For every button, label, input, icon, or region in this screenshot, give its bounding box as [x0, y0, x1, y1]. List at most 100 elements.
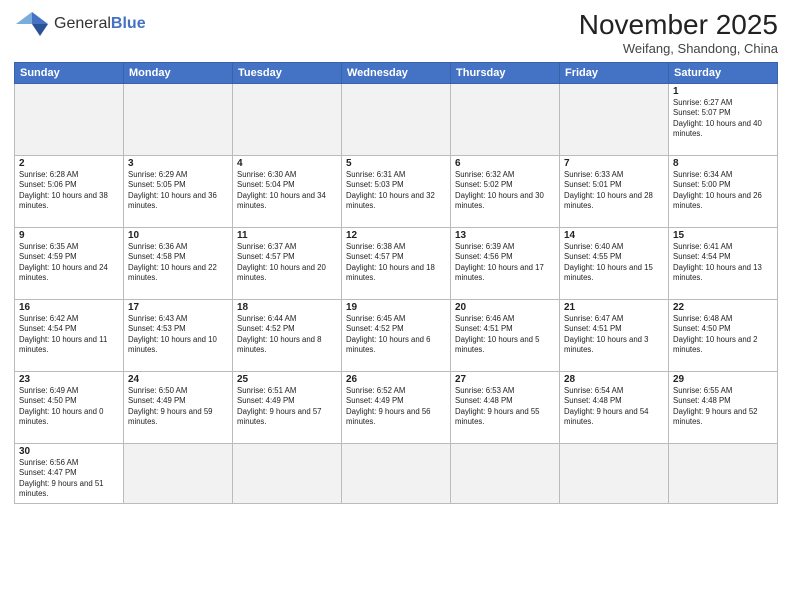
cell-w4-d2: 25Sunrise: 6:51 AMSunset: 4:49 PMDayligh…	[233, 371, 342, 443]
cell-w4-d4: 27Sunrise: 6:53 AMSunset: 4:48 PMDayligh…	[451, 371, 560, 443]
col-thursday: Thursday	[451, 62, 560, 83]
day-num-2: 2	[19, 158, 119, 169]
day-info-17: Sunrise: 6:43 AMSunset: 4:53 PMDaylight:…	[128, 314, 228, 356]
day-info-15: Sunrise: 6:41 AMSunset: 4:54 PMDaylight:…	[673, 242, 773, 284]
cell-w1-d2: 4Sunrise: 6:30 AMSunset: 5:04 PMDaylight…	[233, 155, 342, 227]
day-info-22: Sunrise: 6:48 AMSunset: 4:50 PMDaylight:…	[673, 314, 773, 356]
day-num-7: 7	[564, 158, 664, 169]
day-num-23: 23	[19, 374, 119, 385]
cell-w1-d4: 6Sunrise: 6:32 AMSunset: 5:02 PMDaylight…	[451, 155, 560, 227]
day-info-25: Sunrise: 6:51 AMSunset: 4:49 PMDaylight:…	[237, 386, 337, 428]
title-block: November 2025 Weifang, Shandong, China	[579, 10, 778, 56]
location: Weifang, Shandong, China	[579, 41, 778, 56]
cell-w5-d4	[451, 443, 560, 503]
day-num-25: 25	[237, 374, 337, 385]
day-info-5: Sunrise: 6:31 AMSunset: 5:03 PMDaylight:…	[346, 170, 446, 212]
page: GeneralBlue November 2025 Weifang, Shand…	[0, 0, 792, 612]
day-info-16: Sunrise: 6:42 AMSunset: 4:54 PMDaylight:…	[19, 314, 119, 356]
cell-w3-d6: 22Sunrise: 6:48 AMSunset: 4:50 PMDayligh…	[669, 299, 778, 371]
day-info-10: Sunrise: 6:36 AMSunset: 4:58 PMDaylight:…	[128, 242, 228, 284]
day-info-20: Sunrise: 6:46 AMSunset: 4:51 PMDaylight:…	[455, 314, 555, 356]
logo-text: GeneralBlue	[54, 15, 146, 33]
day-num-29: 29	[673, 374, 773, 385]
day-info-28: Sunrise: 6:54 AMSunset: 4:48 PMDaylight:…	[564, 386, 664, 428]
cell-w5-d2	[233, 443, 342, 503]
day-num-8: 8	[673, 158, 773, 169]
day-info-29: Sunrise: 6:55 AMSunset: 4:48 PMDaylight:…	[673, 386, 773, 428]
calendar-header-row: Sunday Monday Tuesday Wednesday Thursday…	[15, 62, 778, 83]
cell-w3-d4: 20Sunrise: 6:46 AMSunset: 4:51 PMDayligh…	[451, 299, 560, 371]
cell-w4-d3: 26Sunrise: 6:52 AMSunset: 4:49 PMDayligh…	[342, 371, 451, 443]
day-num-20: 20	[455, 302, 555, 313]
cell-w0-d4	[451, 83, 560, 155]
day-num-22: 22	[673, 302, 773, 313]
cell-w5-d3	[342, 443, 451, 503]
cell-w2-d3: 12Sunrise: 6:38 AMSunset: 4:57 PMDayligh…	[342, 227, 451, 299]
day-num-10: 10	[128, 230, 228, 241]
day-info-4: Sunrise: 6:30 AMSunset: 5:04 PMDaylight:…	[237, 170, 337, 212]
day-info-13: Sunrise: 6:39 AMSunset: 4:56 PMDaylight:…	[455, 242, 555, 284]
day-num-18: 18	[237, 302, 337, 313]
cell-w2-d5: 14Sunrise: 6:40 AMSunset: 4:55 PMDayligh…	[560, 227, 669, 299]
day-info-19: Sunrise: 6:45 AMSunset: 4:52 PMDaylight:…	[346, 314, 446, 356]
day-info-11: Sunrise: 6:37 AMSunset: 4:57 PMDaylight:…	[237, 242, 337, 284]
cell-w3-d0: 16Sunrise: 6:42 AMSunset: 4:54 PMDayligh…	[15, 299, 124, 371]
week-row-5: 30Sunrise: 6:56 AMSunset: 4:47 PMDayligh…	[15, 443, 778, 503]
cell-w0-d2	[233, 83, 342, 155]
cell-w1-d0: 2Sunrise: 6:28 AMSunset: 5:06 PMDaylight…	[15, 155, 124, 227]
week-row-4: 23Sunrise: 6:49 AMSunset: 4:50 PMDayligh…	[15, 371, 778, 443]
cell-w3-d3: 19Sunrise: 6:45 AMSunset: 4:52 PMDayligh…	[342, 299, 451, 371]
day-num-15: 15	[673, 230, 773, 241]
week-row-2: 9Sunrise: 6:35 AMSunset: 4:59 PMDaylight…	[15, 227, 778, 299]
day-info-1: Sunrise: 6:27 AMSunset: 5:07 PMDaylight:…	[673, 98, 773, 140]
cell-w4-d6: 29Sunrise: 6:55 AMSunset: 4:48 PMDayligh…	[669, 371, 778, 443]
header: GeneralBlue November 2025 Weifang, Shand…	[14, 10, 778, 56]
day-num-30: 30	[19, 446, 119, 457]
col-sunday: Sunday	[15, 62, 124, 83]
day-info-26: Sunrise: 6:52 AMSunset: 4:49 PMDaylight:…	[346, 386, 446, 428]
col-tuesday: Tuesday	[233, 62, 342, 83]
cell-w2-d4: 13Sunrise: 6:39 AMSunset: 4:56 PMDayligh…	[451, 227, 560, 299]
day-info-23: Sunrise: 6:49 AMSunset: 4:50 PMDaylight:…	[19, 386, 119, 428]
logo: GeneralBlue	[14, 10, 146, 38]
day-info-2: Sunrise: 6:28 AMSunset: 5:06 PMDaylight:…	[19, 170, 119, 212]
day-num-6: 6	[455, 158, 555, 169]
day-num-12: 12	[346, 230, 446, 241]
day-num-1: 1	[673, 86, 773, 97]
logo-icon	[14, 10, 50, 38]
cell-w5-d0: 30Sunrise: 6:56 AMSunset: 4:47 PMDayligh…	[15, 443, 124, 503]
cell-w1-d6: 8Sunrise: 6:34 AMSunset: 5:00 PMDaylight…	[669, 155, 778, 227]
cell-w2-d0: 9Sunrise: 6:35 AMSunset: 4:59 PMDaylight…	[15, 227, 124, 299]
day-num-24: 24	[128, 374, 228, 385]
cell-w4-d1: 24Sunrise: 6:50 AMSunset: 4:49 PMDayligh…	[124, 371, 233, 443]
cell-w0-d3	[342, 83, 451, 155]
day-num-21: 21	[564, 302, 664, 313]
day-info-3: Sunrise: 6:29 AMSunset: 5:05 PMDaylight:…	[128, 170, 228, 212]
calendar-table: Sunday Monday Tuesday Wednesday Thursday…	[14, 62, 778, 504]
day-num-19: 19	[346, 302, 446, 313]
cell-w1-d3: 5Sunrise: 6:31 AMSunset: 5:03 PMDaylight…	[342, 155, 451, 227]
cell-w4-d5: 28Sunrise: 6:54 AMSunset: 4:48 PMDayligh…	[560, 371, 669, 443]
cell-w4-d0: 23Sunrise: 6:49 AMSunset: 4:50 PMDayligh…	[15, 371, 124, 443]
day-info-21: Sunrise: 6:47 AMSunset: 4:51 PMDaylight:…	[564, 314, 664, 356]
cell-w0-d0	[15, 83, 124, 155]
cell-w0-d1	[124, 83, 233, 155]
cell-w1-d5: 7Sunrise: 6:33 AMSunset: 5:01 PMDaylight…	[560, 155, 669, 227]
day-info-30: Sunrise: 6:56 AMSunset: 4:47 PMDaylight:…	[19, 458, 119, 500]
day-info-12: Sunrise: 6:38 AMSunset: 4:57 PMDaylight:…	[346, 242, 446, 284]
cell-w3-d5: 21Sunrise: 6:47 AMSunset: 4:51 PMDayligh…	[560, 299, 669, 371]
day-info-7: Sunrise: 6:33 AMSunset: 5:01 PMDaylight:…	[564, 170, 664, 212]
col-friday: Friday	[560, 62, 669, 83]
cell-w0-d6: 1Sunrise: 6:27 AMSunset: 5:07 PMDaylight…	[669, 83, 778, 155]
day-num-13: 13	[455, 230, 555, 241]
day-num-16: 16	[19, 302, 119, 313]
cell-w3-d1: 17Sunrise: 6:43 AMSunset: 4:53 PMDayligh…	[124, 299, 233, 371]
day-info-8: Sunrise: 6:34 AMSunset: 5:00 PMDaylight:…	[673, 170, 773, 212]
col-saturday: Saturday	[669, 62, 778, 83]
day-num-14: 14	[564, 230, 664, 241]
cell-w3-d2: 18Sunrise: 6:44 AMSunset: 4:52 PMDayligh…	[233, 299, 342, 371]
cell-w1-d1: 3Sunrise: 6:29 AMSunset: 5:05 PMDaylight…	[124, 155, 233, 227]
week-row-1: 2Sunrise: 6:28 AMSunset: 5:06 PMDaylight…	[15, 155, 778, 227]
day-info-27: Sunrise: 6:53 AMSunset: 4:48 PMDaylight:…	[455, 386, 555, 428]
week-row-0: 1Sunrise: 6:27 AMSunset: 5:07 PMDaylight…	[15, 83, 778, 155]
